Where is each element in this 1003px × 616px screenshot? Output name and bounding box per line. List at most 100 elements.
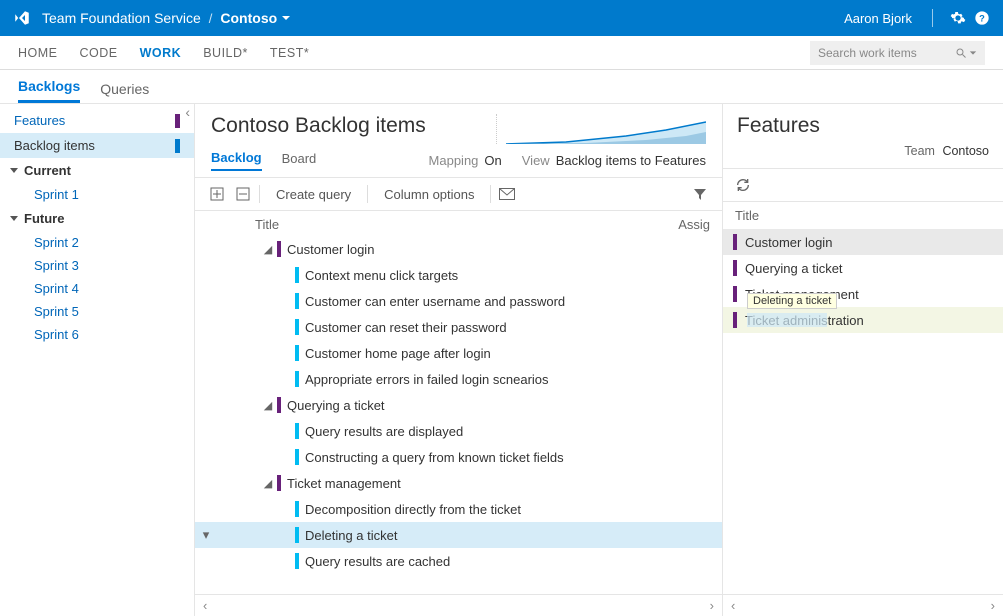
col-assigned[interactable]: Assig [678, 217, 710, 232]
horizontal-scrollbar[interactable]: ‹ › [195, 594, 722, 616]
primary-nav: HOME CODE WORK BUILD* TEST* Search work … [0, 36, 1003, 70]
leftnav-sprint[interactable]: Sprint 1 [0, 183, 194, 206]
leftnav-sprint[interactable]: Sprint 2 [0, 231, 194, 254]
pbi-color-chip [295, 371, 299, 387]
collapse-all-icon[interactable] [233, 184, 253, 204]
brand-label[interactable]: Team Foundation Service [42, 10, 201, 26]
feature-row[interactable]: Querying a ticket [723, 255, 1003, 281]
backlog-row[interactable]: Customer can enter username and password [195, 288, 722, 314]
backlog-row[interactable]: ▾Deleting a ticket [195, 522, 722, 548]
scroll-left-icon[interactable]: ‹ [203, 598, 207, 613]
nav-test[interactable]: TEST* [270, 46, 309, 60]
backlog-row[interactable]: Decomposition directly from the ticket [195, 496, 722, 522]
view-dropdown[interactable]: Backlog items to Features [556, 153, 706, 168]
caret-down-icon [10, 168, 18, 173]
backlog-row[interactable]: ◢ Ticket management [195, 470, 722, 496]
reorder-caret-icon[interactable]: ▾ [199, 527, 213, 543]
backlog-row[interactable]: Customer home page after login [195, 340, 722, 366]
nav-build[interactable]: BUILD* [203, 46, 248, 60]
feature-row[interactable]: Ticket administrationDeleting a ticket [723, 307, 1003, 333]
leftnav-sprint[interactable]: Sprint 6 [0, 323, 194, 346]
row-title: Query results are displayed [305, 424, 463, 439]
features-title: Features [737, 114, 820, 138]
feature-color-chip [277, 397, 281, 413]
expand-toggle[interactable]: ◢ [261, 243, 275, 256]
feature-color-chip [733, 260, 737, 276]
drag-ghost [747, 313, 827, 327]
pbi-color-chip [295, 553, 299, 569]
leftnav-sprint[interactable]: Sprint 4 [0, 277, 194, 300]
view-tab-backlog[interactable]: Backlog [211, 150, 262, 171]
scroll-left-icon[interactable]: ‹ [731, 598, 735, 613]
caret-down-icon [10, 216, 18, 221]
breadcrumb-separator: / [209, 11, 213, 26]
column-headers: Title Assig [195, 211, 722, 236]
backlog-row[interactable]: Context menu click targets [195, 262, 722, 288]
feature-title: Customer login [745, 235, 832, 250]
left-nav: ‹ Features Backlog items CurrentSprint 1… [0, 104, 195, 616]
feature-color-chip [277, 241, 281, 257]
row-title: Ticket management [287, 476, 401, 491]
help-icon[interactable]: ? [973, 9, 991, 27]
user-name[interactable]: Aaron Bjork [844, 11, 912, 26]
project-dropdown[interactable]: Contoso [220, 10, 291, 26]
pbi-color-chip [295, 501, 299, 517]
tab-backlogs[interactable]: Backlogs [18, 78, 80, 103]
svg-text:?: ? [979, 13, 985, 23]
horizontal-scrollbar-right[interactable]: ‹ › [723, 594, 1003, 616]
backlog-row[interactable]: Query results are displayed [195, 418, 722, 444]
col-title[interactable]: Title [255, 217, 678, 232]
gear-icon[interactable] [949, 9, 967, 27]
pbi-color-chip [295, 319, 299, 335]
backlog-row[interactable]: Appropriate errors in failed login scnea… [195, 366, 722, 392]
feature-color-chip [277, 475, 281, 491]
team-value[interactable]: Contoso [942, 144, 989, 158]
leftnav-features-label: Features [14, 113, 65, 128]
leftnav-backlog-label: Backlog items [14, 138, 95, 153]
create-query-button[interactable]: Create query [266, 185, 361, 204]
leftnav-features[interactable]: Features [0, 108, 194, 133]
panel-title: Contoso Backlog items [211, 114, 426, 138]
collapse-left-icon[interactable]: ‹ [185, 104, 190, 120]
leftnav-sprint[interactable]: Sprint 3 [0, 254, 194, 277]
row-title: Customer can enter username and password [305, 294, 565, 309]
expand-toggle[interactable]: ◢ [261, 399, 275, 412]
leftnav-sprint[interactable]: Sprint 5 [0, 300, 194, 323]
refresh-icon[interactable] [735, 177, 751, 193]
scroll-right-icon[interactable]: › [991, 598, 995, 613]
expand-toggle[interactable]: ◢ [261, 477, 275, 490]
row-title: Querying a ticket [287, 398, 385, 413]
pbi-color-chip [295, 345, 299, 361]
chevron-down-icon[interactable] [969, 49, 977, 57]
backlog-row[interactable]: ◢Customer login [195, 236, 722, 262]
view-tab-board[interactable]: Board [282, 151, 317, 170]
row-title: Customer can reset their password [305, 320, 507, 335]
nav-code[interactable]: CODE [80, 46, 118, 60]
group-label: Future [24, 211, 64, 226]
global-header: Team Foundation Service / Contoso Aaron … [0, 0, 1003, 36]
scroll-right-icon[interactable]: › [710, 598, 714, 613]
backlog-row[interactable]: Query results are cached [195, 548, 722, 574]
leftnav-backlog-items[interactable]: Backlog items [0, 133, 194, 158]
mapping-toggle[interactable]: On [484, 153, 501, 168]
divider [932, 9, 933, 27]
nav-home[interactable]: HOME [18, 46, 58, 60]
cumulative-flow-chart[interactable] [496, 114, 706, 144]
column-options-button[interactable]: Column options [374, 185, 484, 204]
leftnav-group[interactable]: Current [0, 158, 194, 183]
new-item-icon[interactable] [207, 184, 227, 204]
feature-color-chip [733, 234, 737, 250]
feature-row[interactable]: Customer login [723, 229, 1003, 255]
backlog-row[interactable]: Customer can reset their password [195, 314, 722, 340]
backlog-row[interactable]: ◢ Querying a ticket [195, 392, 722, 418]
leftnav-group[interactable]: Future [0, 206, 194, 231]
tab-queries[interactable]: Queries [100, 81, 149, 103]
pbi-color-chip [295, 527, 299, 543]
pbi-color-chip [295, 449, 299, 465]
backlog-row[interactable]: Constructing a query from known ticket f… [195, 444, 722, 470]
filter-icon[interactable] [690, 184, 710, 204]
features-col-title[interactable]: Title [723, 202, 1003, 229]
search-input[interactable]: Search work items [810, 41, 985, 65]
nav-work[interactable]: WORK [140, 46, 182, 60]
email-icon[interactable] [497, 184, 517, 204]
